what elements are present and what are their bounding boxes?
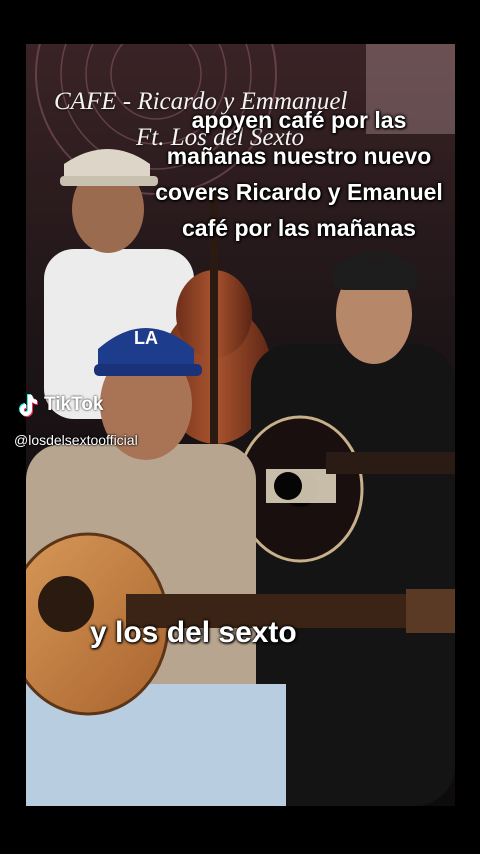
tiktok-watermark: TikTok (14, 392, 103, 418)
cap-logo: LA (134, 328, 158, 348)
video-caption: apoyen café por las mañanas nuestro nuev… (155, 107, 443, 241)
creator-handle: @losdelsextoofficial (14, 432, 138, 448)
bottom-caption: y los del sexto (90, 616, 297, 649)
tiktok-logo-icon (19, 394, 38, 417)
tiktok-brand-text: TikTok (44, 394, 104, 415)
video-frame[interactable]: LA CAFE - Ricardo y Emmanuel Ft. Los del… (26, 44, 455, 806)
